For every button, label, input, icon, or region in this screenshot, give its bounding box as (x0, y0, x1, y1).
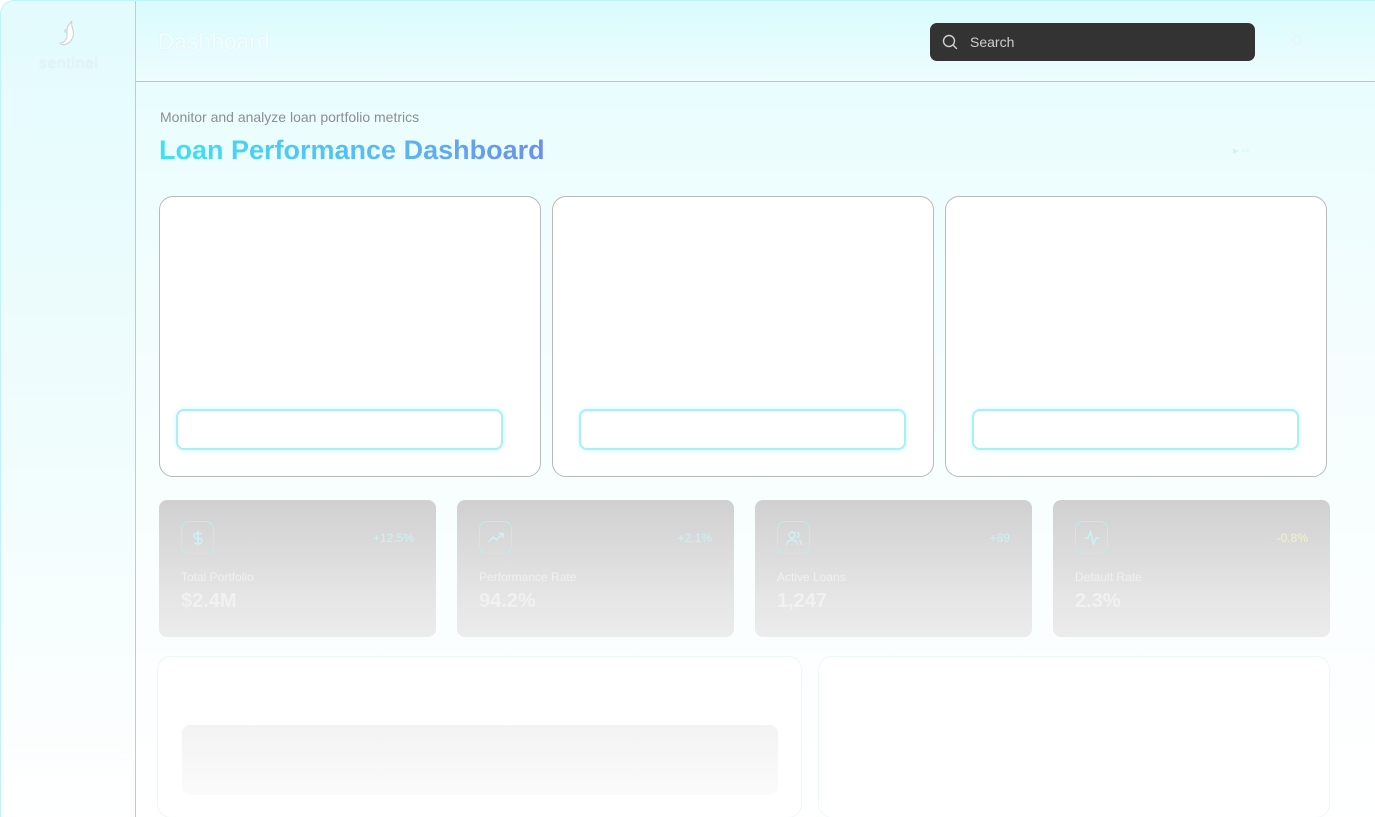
brand-logo[interactable]: sentinel (29, 19, 109, 72)
date-range-button[interactable]: ▸ ◦◦ (1233, 144, 1249, 157)
stat-label: Default Rate (1075, 570, 1142, 584)
stat-value: 1,247 (777, 590, 828, 612)
page-title: Loan Performance Dashboard (159, 135, 545, 165)
brand-logo-text: sentinel (39, 55, 99, 72)
sidebar: sentinel (1, 1, 136, 817)
panel-action-button-1[interactable] (176, 409, 503, 450)
dollar-icon (192, 530, 203, 545)
search-box[interactable] (930, 23, 1255, 61)
chart-panel-1 (159, 196, 541, 477)
stat-card-active-loans[interactable]: +89 Active Loans 1,247 (755, 500, 1032, 637)
stat-card-performance-rate[interactable]: +2.1% Performance Rate 94.2% (457, 500, 734, 637)
stat-label: Active Loans (777, 570, 846, 584)
page-subtitle: Monitor and analyze loan portfolio metri… (160, 109, 420, 125)
search-input[interactable] (970, 34, 1230, 50)
chart-panel-3 (945, 196, 1327, 477)
top-bar: Dashboard (136, 1, 1375, 82)
activity-icon (1084, 529, 1099, 546)
users-icon (785, 530, 802, 545)
lower-card-right (818, 656, 1330, 817)
stat-change: +12.5% (372, 531, 414, 545)
stat-icon-box (1075, 521, 1108, 554)
settings-gear-icon[interactable] (1286, 29, 1308, 51)
panel-action-button-3[interactable] (972, 409, 1299, 450)
topbar-title: Dashboard (158, 29, 271, 54)
stat-change: +2.1% (677, 531, 712, 545)
stat-value: $2.4M (181, 590, 237, 612)
chart-panel-2 (552, 196, 934, 477)
stat-card-total-portfolio[interactable]: +12.5% Total Portfolio $2.4M (159, 500, 436, 637)
stat-icon-box (777, 521, 810, 554)
stat-change: -0.8% (1276, 531, 1308, 545)
stat-icon-box (479, 521, 512, 554)
stat-value: 2.3% (1075, 590, 1121, 612)
stat-label: Total Portfolio (181, 570, 254, 584)
lower-card-left (157, 656, 802, 817)
search-icon (942, 34, 958, 50)
stat-value: 94.2% (479, 590, 536, 612)
lower-card-content (182, 725, 778, 795)
stat-change: +89 (989, 531, 1010, 545)
stat-icon-box (181, 521, 214, 554)
panel-action-button-2[interactable] (579, 409, 906, 450)
trending-up-icon (487, 532, 504, 543)
logo-mark-icon (59, 20, 74, 46)
app-frame: sentinel Dashboard Monitor and analyze l… (0, 0, 1375, 817)
stat-label: Performance Rate (479, 570, 577, 584)
stat-card-default-rate[interactable]: -0.8% Default Rate 2.3% (1053, 500, 1330, 637)
